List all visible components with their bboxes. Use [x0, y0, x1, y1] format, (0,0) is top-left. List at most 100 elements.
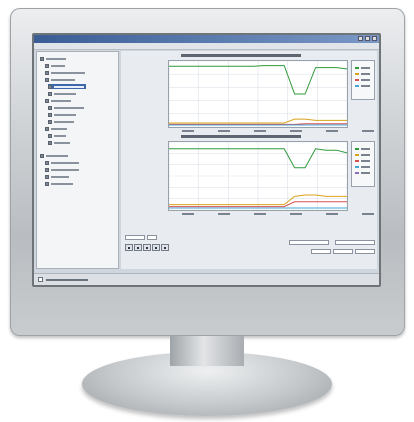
tree-item-label: [46, 57, 66, 60]
navigation-tree[interactable]: [36, 51, 119, 269]
monitor-stand-neck: [170, 336, 244, 366]
tree-item[interactable]: [47, 133, 68, 138]
x-tick-label: [254, 130, 266, 132]
legend-swatch: [355, 78, 359, 81]
folder-icon: [47, 133, 52, 138]
folder-icon: [45, 160, 50, 165]
legend-entry: [355, 78, 370, 81]
legend-swatch: [355, 84, 359, 87]
legend-swatch: [355, 66, 359, 69]
tree-item-label: [51, 78, 76, 81]
tree-item[interactable]: [47, 119, 76, 124]
window-titlebar[interactable]: [34, 35, 379, 43]
tree-item[interactable]: [45, 174, 71, 179]
x-tick-label: [182, 213, 194, 215]
folder-icon: [47, 84, 52, 89]
tree-item-label: [53, 106, 84, 109]
tree-item[interactable]: [47, 91, 78, 96]
pause-icon[interactable]: [134, 244, 142, 251]
step-forward-icon[interactable]: [143, 244, 151, 251]
close-icon[interactable]: [372, 36, 377, 41]
tree-item[interactable]: [45, 126, 69, 131]
folder-icon: [45, 98, 50, 103]
x-tick-label: [326, 213, 338, 215]
tree-item-label: [53, 92, 76, 95]
main-panel: [121, 51, 377, 269]
chart-2-svg: [168, 141, 348, 211]
x-tick-label: [218, 213, 230, 215]
tree-item[interactable]: [47, 112, 78, 117]
legend-label: [361, 72, 370, 75]
tree-item[interactable]: [45, 63, 67, 68]
x-tick-label: [218, 130, 230, 132]
status-checkbox[interactable]: [38, 277, 43, 282]
chart-1-legend: [351, 60, 375, 100]
tree-item[interactable]: [45, 160, 81, 165]
legend-swatch: [355, 153, 359, 156]
folder-icon: [45, 181, 50, 186]
legend-swatch: [355, 171, 359, 174]
tree-item-label: [51, 64, 66, 67]
chart-2-plot[interactable]: [168, 141, 348, 211]
x-tick-label: [254, 213, 266, 215]
tree-item[interactable]: [45, 70, 87, 75]
tree-item[interactable]: [40, 153, 70, 158]
folder-icon: [45, 70, 50, 75]
legend-swatch: [355, 147, 359, 150]
app-screen: [34, 35, 379, 285]
record-icon[interactable]: [161, 244, 169, 251]
tree-item[interactable]: [47, 140, 72, 145]
tree-item[interactable]: [45, 181, 75, 186]
folder-icon: [45, 174, 50, 179]
folder-icon: [47, 119, 52, 124]
tree-item[interactable]: [47, 105, 86, 110]
legend-entry: [355, 165, 370, 168]
legend-entry: [355, 72, 370, 75]
option-button-2[interactable]: [333, 249, 353, 254]
folder-icon: [45, 126, 50, 131]
tree-item-label: [46, 154, 68, 157]
tree-item[interactable]: [45, 98, 73, 103]
legend-entry: [355, 147, 370, 150]
legend-label: [361, 147, 370, 150]
folder-icon: [47, 91, 52, 96]
stop-icon[interactable]: [152, 244, 160, 251]
tree-item[interactable]: [45, 77, 77, 82]
legend-entry: [355, 159, 370, 162]
status-bar: [34, 273, 379, 285]
tree-item-label: [51, 99, 72, 102]
chart-1-svg: [168, 60, 348, 128]
x-tick-label: [326, 130, 338, 132]
legend-label: [361, 171, 370, 174]
option-button-1[interactable]: [311, 249, 331, 254]
tree-item[interactable]: [40, 56, 68, 61]
monitor-bezel: [10, 8, 405, 336]
option-button-3[interactable]: [355, 249, 375, 254]
x-tick-label: [362, 213, 374, 215]
tree-item-label: [51, 175, 70, 178]
play-icon[interactable]: [125, 244, 133, 251]
legend-label: [361, 78, 370, 81]
maximize-icon[interactable]: [365, 36, 370, 41]
status-text: [46, 279, 88, 281]
tree-item-label: [53, 85, 84, 88]
tree-item-label: [51, 168, 80, 171]
x-tick-label: [362, 130, 374, 132]
tree-item[interactable]: [47, 84, 86, 89]
range-label-1: [289, 240, 329, 245]
tree-item-label: [51, 161, 80, 164]
chart-1-plot[interactable]: [168, 60, 348, 128]
legend-entry: [355, 171, 370, 174]
period-input[interactable]: [147, 235, 157, 240]
range-label-2: [335, 240, 375, 245]
legend-label: [361, 66, 370, 69]
folder-icon: [47, 112, 52, 117]
legend-label: [361, 84, 370, 87]
screen-frame: [32, 33, 381, 287]
menu-bar[interactable]: [34, 43, 379, 50]
tree-item[interactable]: [45, 167, 81, 172]
x-tick-label: [182, 130, 194, 132]
folder-icon: [40, 56, 44, 61]
tree-item-label: [53, 113, 76, 116]
minimize-icon[interactable]: [358, 36, 363, 41]
